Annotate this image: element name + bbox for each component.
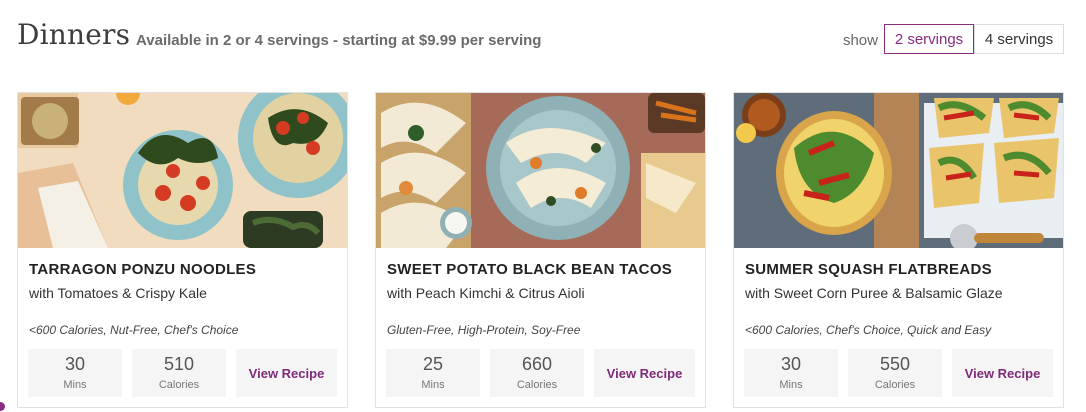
recipe-card[interactable]: SUMMER SQUASH FLATBREADS with Sweet Corn… (733, 92, 1064, 408)
page-subtitle: Available in 2 or 4 servings - starting … (136, 32, 542, 49)
calories-stat: 660 Calories (490, 349, 584, 397)
recipe-subtitle: with Peach Kimchi & Citrus Aioli (387, 285, 585, 301)
prep-time-unit: Mins (779, 379, 803, 391)
calories-unit: Calories (874, 379, 916, 391)
recipe-card[interactable]: TARRAGON PONZU NOODLES with Tomatoes & C… (17, 92, 348, 408)
recipe-name[interactable]: SWEET POTATO BLACK BEAN TACOS (387, 261, 672, 278)
recipe-tags: Gluten-Free, High-Protein, Soy-Free (387, 323, 581, 337)
calories-stat: 510 Calories (132, 349, 226, 397)
recipe-name[interactable]: TARRAGON PONZU NOODLES (29, 261, 256, 278)
prep-time-unit: Mins (63, 379, 87, 391)
recipe-name[interactable]: SUMMER SQUASH FLATBREADS (745, 261, 992, 278)
calories-stat: 550 Calories (848, 349, 942, 397)
view-recipe-button[interactable]: View Recipe (236, 349, 337, 397)
feedback-tab-edge[interactable] (0, 402, 5, 411)
recipe-photo[interactable] (734, 93, 1063, 248)
recipe-subtitle: with Sweet Corn Puree & Balsamic Glaze (745, 285, 1003, 301)
recipe-subtitle: with Tomatoes & Crispy Kale (29, 285, 207, 301)
recipe-tags: <600 Calories, Chef's Choice, Quick and … (745, 323, 992, 337)
calories-unit: Calories (516, 379, 558, 391)
prep-time-unit: Mins (421, 379, 445, 391)
prep-time-value: 30 (780, 354, 802, 374)
page-title: Dinners (17, 18, 131, 51)
prep-time-value: 25 (422, 354, 444, 374)
recipe-photo[interactable] (18, 93, 347, 248)
calories-value: 510 (163, 354, 195, 374)
view-recipe-button[interactable]: View Recipe (952, 349, 1053, 397)
prep-time-value: 30 (64, 354, 86, 374)
calories-unit: Calories (158, 379, 200, 391)
view-recipe-button[interactable]: View Recipe (594, 349, 695, 397)
recipe-photo[interactable] (376, 93, 705, 248)
prep-time-stat: 30 Mins (28, 349, 122, 397)
calories-value: 660 (521, 354, 553, 374)
servings-4-button[interactable]: 4 servings (974, 24, 1064, 54)
show-label: show (842, 32, 878, 49)
prep-time-stat: 30 Mins (744, 349, 838, 397)
prep-time-stat: 25 Mins (386, 349, 480, 397)
recipe-tags: <600 Calories, Nut-Free, Chef's Choice (29, 323, 239, 337)
page-header: Dinners Available in 2 or 4 servings - s… (17, 16, 1064, 56)
calories-value: 550 (879, 354, 911, 374)
recipe-card[interactable]: SWEET POTATO BLACK BEAN TACOS with Peach… (375, 92, 706, 408)
servings-2-button[interactable]: 2 servings (884, 24, 974, 54)
